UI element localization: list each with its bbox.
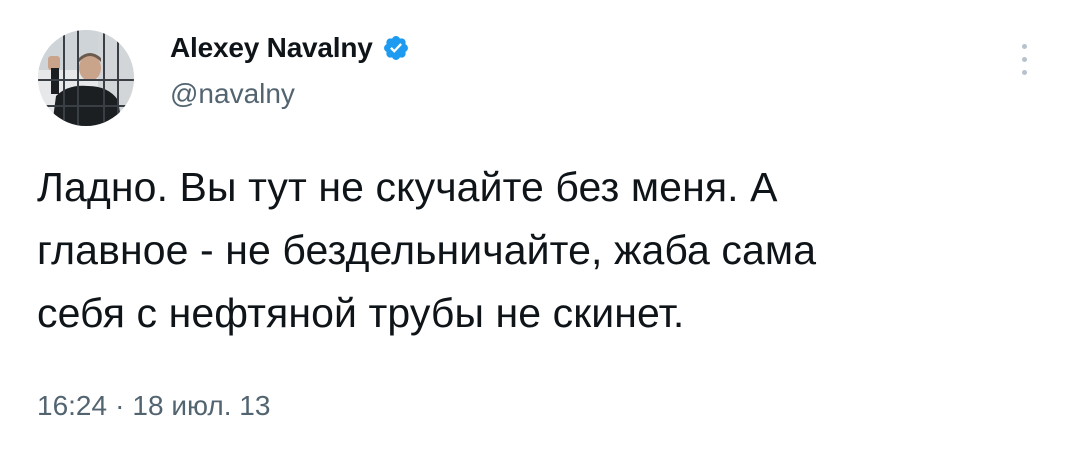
author-name-row[interactable]: Alexey Navalny	[170, 30, 410, 66]
tweet-card: Alexey Navalny @navalny Ладно. Вы тут не…	[0, 0, 1080, 463]
author-handle[interactable]: @navalny	[170, 76, 295, 112]
avatar[interactable]	[38, 30, 134, 126]
tweet-text: Ладно. Вы тут не скучайте без меня. А гл…	[37, 164, 817, 336]
author-display-name[interactable]: Alexey Navalny	[170, 32, 373, 64]
tweet-timestamp[interactable]: 16:24 · 18 июл. 13	[37, 386, 270, 426]
tweet-time: 16:24	[37, 390, 108, 421]
meta-separator: ·	[115, 390, 125, 421]
more-options-icon[interactable]	[1012, 40, 1036, 80]
avatar-photo-icon	[38, 30, 134, 126]
verified-badge-icon	[383, 36, 408, 60]
tweet-date: 18 июл. 13	[132, 390, 271, 421]
